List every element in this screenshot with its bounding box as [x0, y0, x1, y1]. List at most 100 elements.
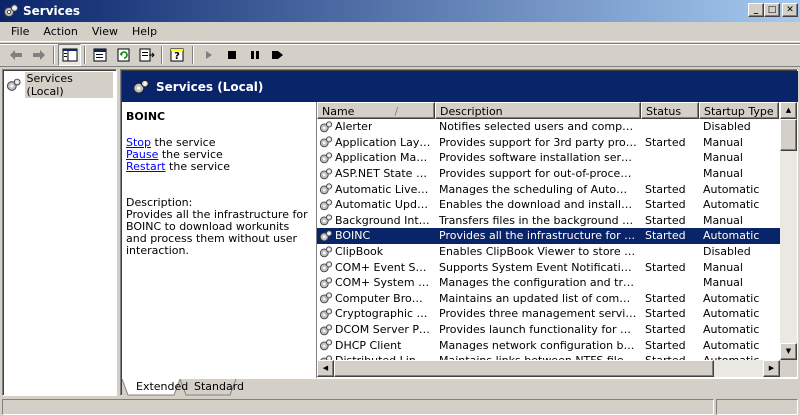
service-row[interactable]: ASP.NET State Service Provides support fo… — [317, 166, 780, 182]
service-row[interactable]: BOINC Provides all the infrastructure for… — [317, 228, 780, 244]
details-pane: Services (Local) BOINC Stop the service … — [120, 69, 798, 396]
show-hide-tree-button[interactable] — [58, 44, 81, 66]
service-row[interactable]: Application Layer Gateway Service Provide… — [317, 135, 780, 151]
menu-file[interactable]: File — [4, 23, 36, 40]
window-controls: _ □ ✕ — [748, 3, 798, 17]
service-row[interactable]: Automatic Updates Enables the download an… — [317, 197, 780, 213]
service-row[interactable]: ClipBook Enables ClipBook Viewer to store… — [317, 244, 780, 260]
service-description-cell: Provides software installation services … — [439, 151, 641, 165]
help-button[interactable]: ? — [166, 44, 189, 66]
vertical-scroll-thumb[interactable] — [780, 119, 797, 151]
scroll-down-icon[interactable]: ▼ — [780, 343, 797, 360]
pause-service-icon — [250, 51, 259, 59]
properties-button[interactable] — [89, 44, 112, 66]
service-name: Alerter — [335, 120, 373, 134]
restart-service-icon — [271, 51, 283, 59]
service-description-cell: Enables the download and installation of… — [439, 198, 641, 212]
tab-standard[interactable]: Standard — [186, 379, 252, 395]
service-row[interactable]: DHCP Client Manages network configuration… — [317, 337, 780, 353]
toolbar-separator — [192, 46, 194, 64]
title-bar: Services _ □ ✕ — [0, 0, 800, 22]
service-status-cell: Started — [645, 323, 686, 337]
service-row[interactable]: Computer Browser Maintains an updated lis… — [317, 291, 780, 307]
menu-help[interactable]: Help — [125, 23, 164, 40]
minimize-button[interactable]: _ — [748, 3, 764, 17]
service-row[interactable]: Distributed Link Tracking ClientMaintain… — [317, 353, 780, 360]
service-startup-cell: Manual — [703, 260, 743, 274]
status-pane-secondary — [716, 399, 798, 415]
service-row[interactable]: DCOM Server Process Launcher Provides lau… — [317, 322, 780, 338]
service-startup-cell: Disabled — [703, 120, 751, 134]
column-header-description[interactable]: Description — [435, 102, 641, 119]
scrollbar-corner — [780, 360, 797, 377]
service-name-cell: ASP.NET State Service — [317, 167, 435, 181]
scroll-right-icon[interactable]: ▶ — [763, 360, 780, 377]
service-startup-cell: Automatic — [703, 291, 760, 305]
toolbar-separator — [161, 46, 163, 64]
service-row[interactable]: Application Management Provides software … — [317, 150, 780, 166]
service-startup-cell: Manual — [703, 151, 743, 165]
menu-view[interactable]: View — [85, 23, 125, 40]
service-name-cell: COM+ System Application — [317, 276, 435, 290]
list-header: Name / Description Status Startup Type — [317, 102, 779, 119]
service-description-cell: Enables ClipBook Viewer to store informa… — [439, 245, 641, 259]
service-name: DCOM Server Process Launcher — [335, 323, 431, 337]
export-list-button[interactable] — [135, 44, 158, 66]
service-row[interactable]: Background Intelligent Transfer Service T… — [317, 213, 780, 229]
service-name-cell: Computer Browser — [317, 291, 435, 305]
column-header-startup-type[interactable]: Startup Type — [699, 102, 779, 119]
column-header-status[interactable]: Status — [641, 102, 699, 119]
pane-banner: Services (Local) — [122, 71, 798, 102]
tree-item-services-local[interactable]: Services (Local) — [3, 70, 116, 100]
service-name: Computer Browser — [335, 291, 431, 305]
pause-service-button[interactable] — [243, 44, 266, 66]
service-gear-icon — [319, 136, 333, 148]
service-status-cell: Started — [645, 198, 686, 212]
service-gear-icon — [319, 230, 333, 242]
service-description-cell: Notifies selected users and computers of… — [439, 120, 641, 134]
column-header-name-label: Name — [322, 105, 355, 118]
service-startup-cell: Automatic — [703, 323, 760, 337]
console-tree: Services (Local) — [2, 69, 117, 396]
service-gear-icon — [319, 292, 333, 304]
service-row[interactable]: COM+ System Application Manages the confi… — [317, 275, 780, 291]
service-gear-icon — [319, 339, 333, 351]
scroll-left-icon[interactable]: ◀ — [317, 360, 334, 377]
service-name: COM+ System Application — [335, 276, 431, 290]
back-button[interactable] — [4, 44, 27, 66]
service-name-cell: DCOM Server Process Launcher — [317, 323, 435, 337]
services-list: Name / Description Status Startup Type Al… — [316, 102, 798, 378]
maximize-button[interactable]: □ — [764, 3, 780, 17]
service-row[interactable]: Automatic LiveUpdate Manages the scheduli… — [317, 181, 780, 197]
horizontal-scroll-thumb[interactable] — [334, 360, 714, 377]
service-gear-icon — [319, 277, 333, 288]
scroll-up-icon[interactable]: ▲ — [780, 102, 797, 119]
refresh-button[interactable] — [112, 44, 135, 66]
horizontal-scrollbar[interactable]: ◀ ▶ — [317, 360, 780, 377]
start-service-button[interactable] — [197, 44, 220, 66]
service-name-cell: DHCP Client — [317, 338, 435, 352]
banner-title: Services (Local) — [156, 79, 264, 94]
service-name: Application Layer Gateway Service — [335, 135, 431, 149]
service-name-cell: Automatic LiveUpdate — [317, 182, 435, 196]
service-rows: Alerter Notifies selected users and compu… — [317, 119, 780, 360]
service-row[interactable]: Alerter Notifies selected users and compu… — [317, 119, 780, 135]
service-description-cell: Provides support for 3rd party protocol … — [439, 135, 641, 149]
vertical-scrollbar[interactable]: ▲ ▼ — [780, 102, 797, 360]
service-status-cell: Started — [645, 229, 686, 243]
service-description-cell: Maintains an updated list of computers o… — [439, 291, 641, 305]
column-header-name[interactable]: Name / — [317, 102, 435, 119]
restart-service-button[interactable] — [266, 44, 289, 66]
service-name-cell: BOINC — [317, 229, 435, 243]
service-row[interactable]: COM+ Event System Supports System Event N… — [317, 259, 780, 275]
stop-service-button[interactable] — [220, 44, 243, 66]
close-button[interactable]: ✕ — [782, 3, 798, 17]
service-row[interactable]: Cryptographic Services Provides three man… — [317, 306, 780, 322]
restart-action-line: Restart the service — [126, 161, 311, 173]
forward-button[interactable] — [27, 44, 50, 66]
service-startup-cell: Manual — [703, 213, 743, 227]
restart-service-link[interactable]: Restart — [126, 160, 166, 173]
service-name: Automatic Updates — [335, 198, 431, 212]
start-service-icon — [205, 51, 212, 59]
menu-action[interactable]: Action — [36, 23, 84, 40]
